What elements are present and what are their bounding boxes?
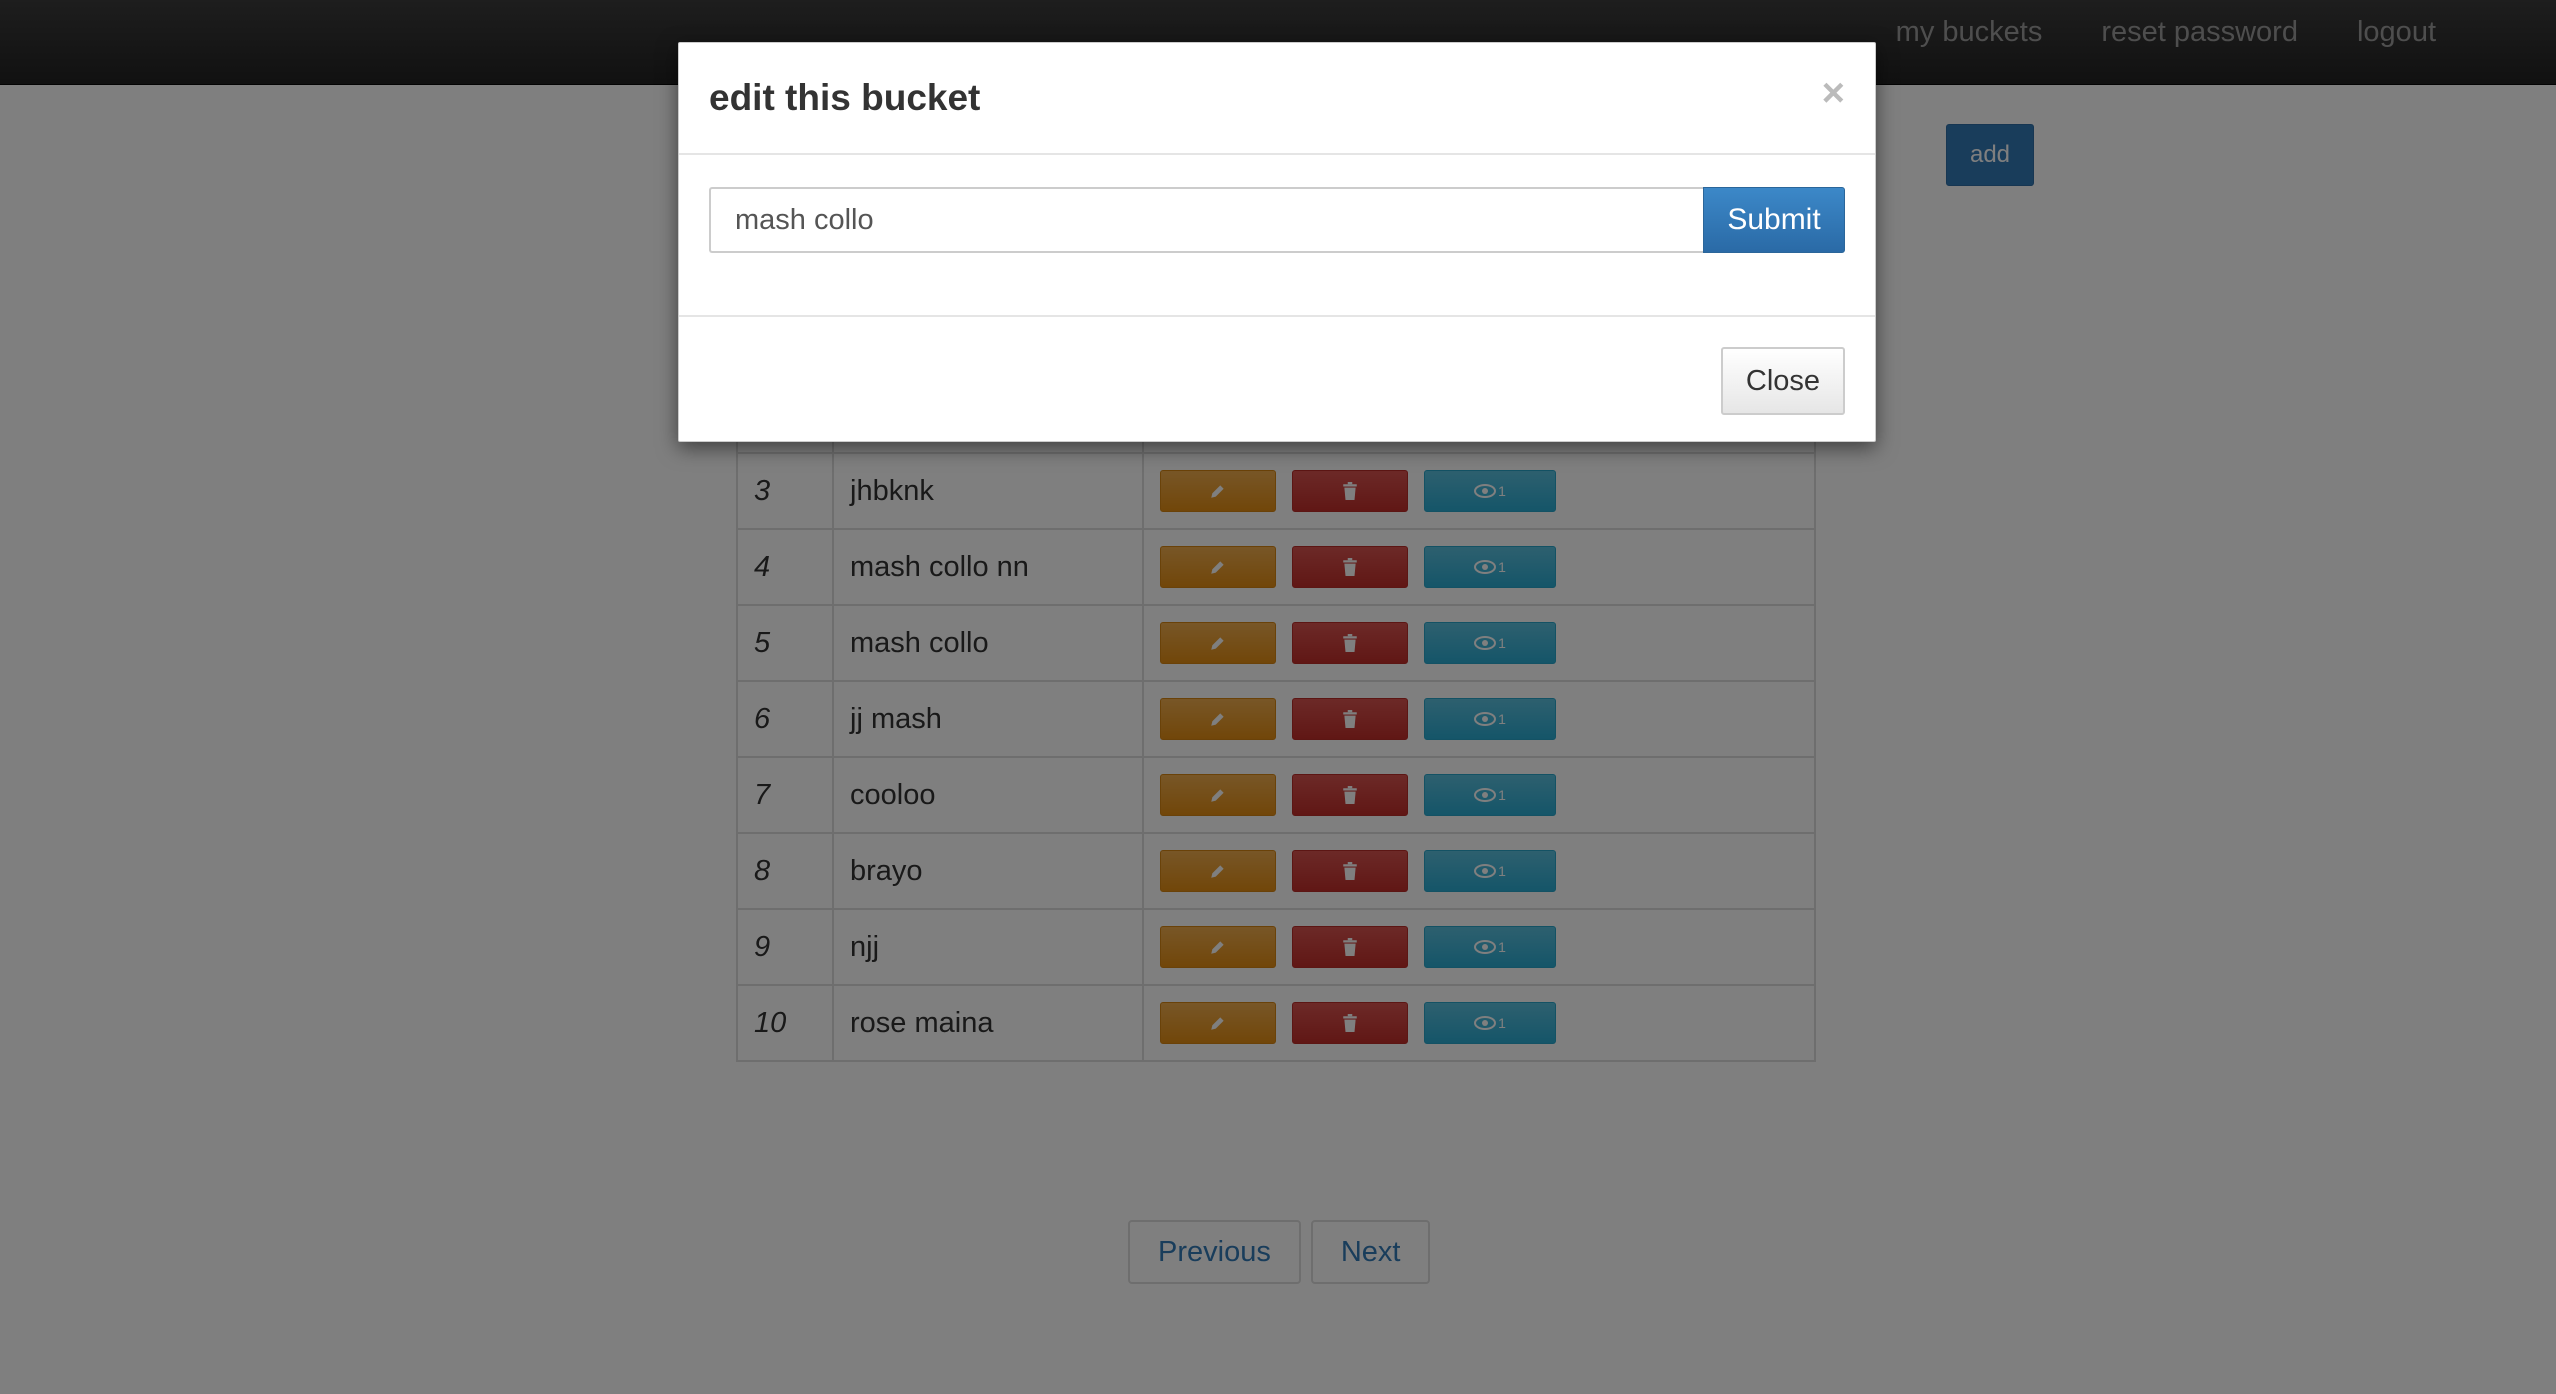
modal-header: edit this bucket × [679,43,1875,155]
edit-bucket-modal: edit this bucket × Submit Close [678,42,1876,442]
bucket-name-input[interactable] [709,187,1705,253]
modal-footer: Close [679,317,1875,443]
modal-close-icon[interactable]: × [1822,73,1845,113]
close-button[interactable]: Close [1721,347,1845,415]
submit-button[interactable]: Submit [1703,187,1845,253]
modal-body: Submit [679,155,1875,317]
modal-title: edit this bucket [709,77,981,118]
